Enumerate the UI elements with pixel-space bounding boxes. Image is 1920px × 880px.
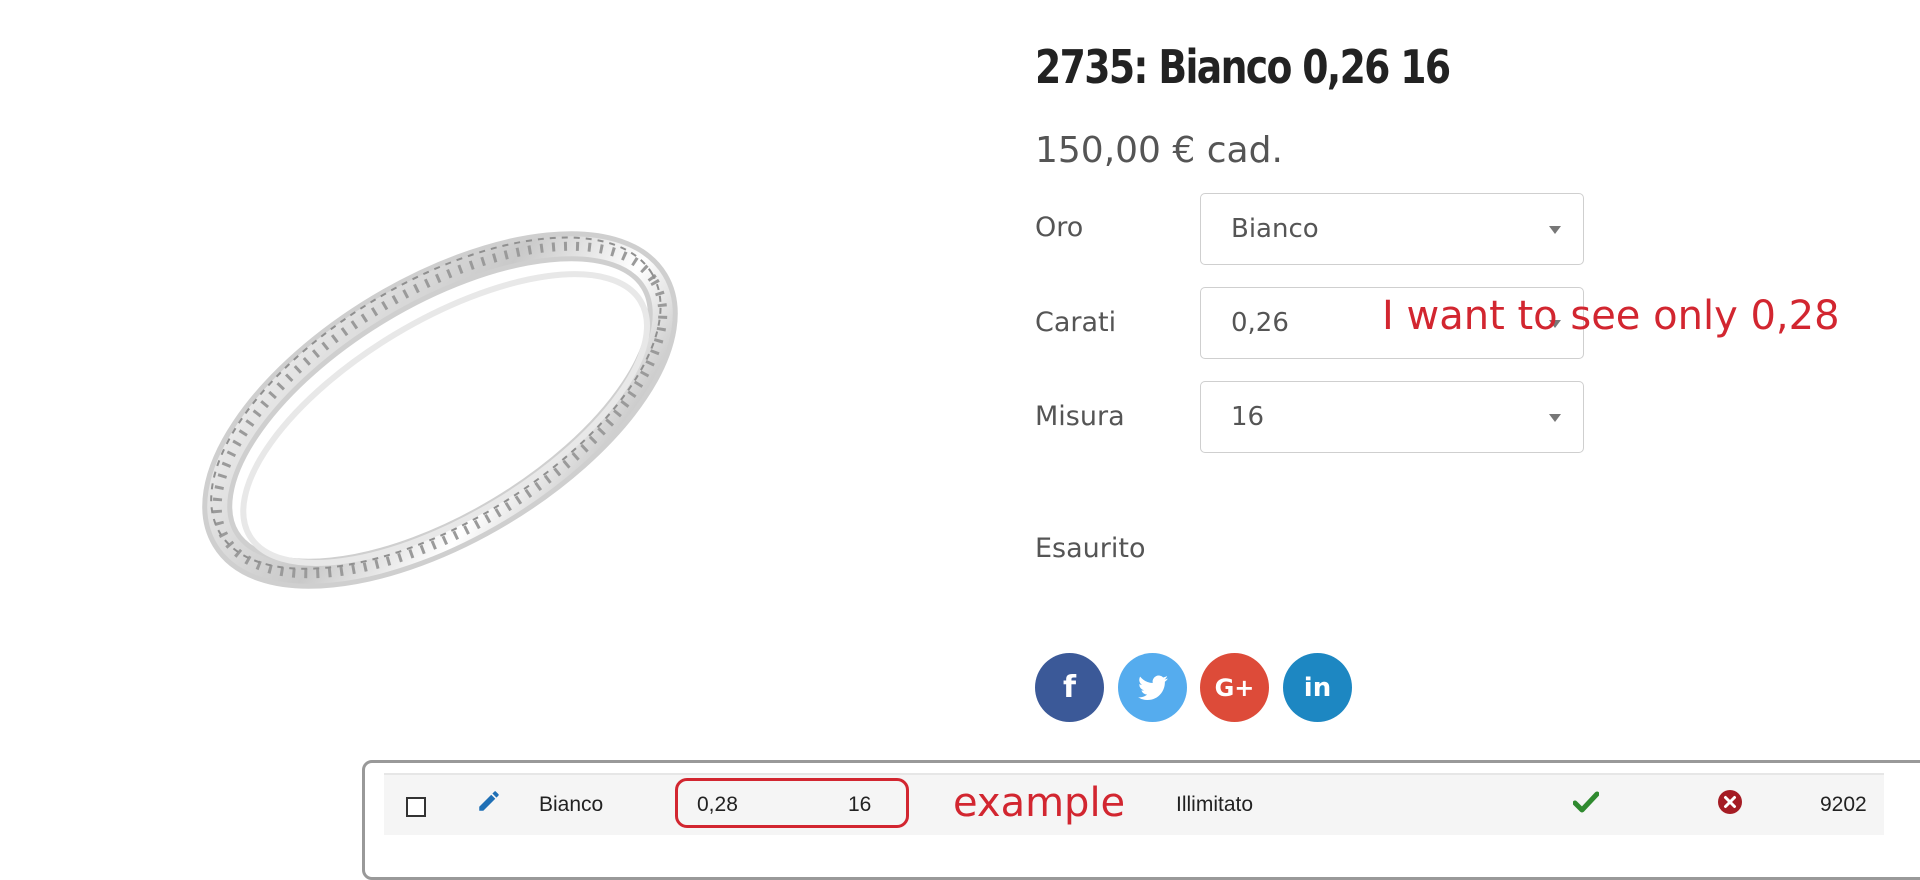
chevron-down-icon [1549,414,1561,422]
carati-select-value: 0,26 [1231,308,1289,338]
google-plus-share-button[interactable]: G+ [1200,653,1269,722]
chevron-down-icon [1549,226,1561,234]
oro-select-value: Bianco [1231,214,1319,244]
product-title: 2735: Bianco 0,26 16 [1035,40,1451,94]
pencil-icon[interactable] [476,788,502,818]
linkedin-icon: in [1303,672,1332,703]
carati-label: Carati [1035,307,1117,338]
misura-select[interactable]: 16 [1200,381,1584,453]
row-checkbox[interactable] [406,797,426,817]
check-icon[interactable] [1572,791,1600,817]
delete-icon[interactable] [1717,789,1743,819]
misura-select-value: 16 [1231,402,1265,432]
row-color-cell: Bianco [539,793,604,816]
row-carati-cell: 0,28 [697,793,738,816]
facebook-share-button[interactable]: f [1035,653,1104,722]
row-misura-cell: 16 [848,793,872,816]
twitter-icon [1137,674,1168,700]
table-row [384,773,1884,835]
twitter-share-button[interactable] [1118,653,1187,722]
oro-label: Oro [1035,212,1084,243]
facebook-icon: f [1062,670,1077,705]
product-price: 150,00 € cad. [1035,130,1283,171]
stock-status: Esaurito [1035,533,1146,564]
annotation-request: I want to see only 0,28 [1382,293,1840,339]
annotation-example: example [953,780,1126,826]
oro-select[interactable]: Bianco [1200,193,1584,265]
linkedin-share-button[interactable]: in [1283,653,1352,722]
google-plus-icon: G+ [1214,673,1255,702]
row-id-cell: 9202 [1820,793,1867,816]
product-image[interactable] [170,180,730,620]
misura-label: Misura [1035,401,1125,432]
row-quantity-cell: Illimitato [1176,793,1254,816]
